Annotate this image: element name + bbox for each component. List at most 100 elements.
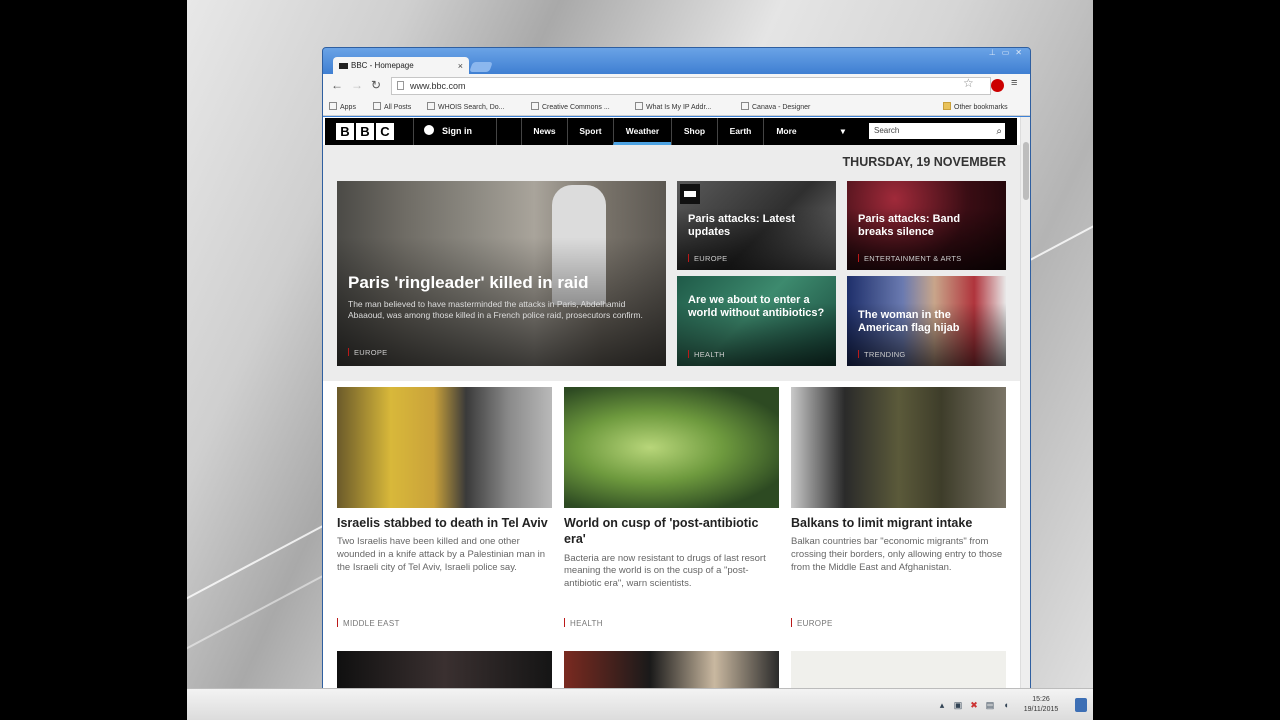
story-image [337, 387, 552, 508]
small-story-card[interactable]: Paris attacks: Latest updates EUROPE [677, 181, 836, 270]
bbc-logo[interactable]: B B C [336, 123, 394, 140]
small-story-tag: TRENDING [858, 350, 906, 359]
nav-news[interactable]: News [521, 118, 567, 145]
logo-letter: B [336, 123, 354, 140]
small-story-tag: EUROPE [688, 254, 727, 263]
taskbar: ▴ ▣ ✖ ▤ ◖ 15:26 19/11/2015 [187, 688, 1093, 720]
bookmarks-bar: Apps All Posts WHOIS Search, Do... Creat… [323, 98, 1030, 116]
story-card[interactable]: World on cusp of 'post-antibiotic era' B… [564, 387, 779, 628]
other-bookmarks-label: Other bookmarks [954, 104, 1008, 111]
bookmark-label: All Posts [384, 104, 412, 111]
lead-story-title: Paris 'ringleader' killed in raid [348, 273, 589, 292]
story-image [791, 387, 1006, 508]
system-tray: ▴ ▣ ✖ ▤ ◖ 15:26 19/11/2015 [931, 691, 1093, 719]
maximize-button[interactable]: ▭ [1002, 48, 1010, 57]
lead-story-card[interactable]: Paris 'ringleader' killed in raid The ma… [337, 181, 666, 366]
nav-earth[interactable]: Earth [717, 118, 763, 145]
tray-expand-icon[interactable]: ▴ [937, 700, 947, 710]
back-arrow-icon[interactable]: ← [331, 78, 343, 92]
network-icon[interactable]: ▤ [985, 700, 995, 710]
forward-arrow-icon[interactable]: → [351, 78, 363, 92]
logo-letter: B [356, 123, 374, 140]
minimize-button[interactable]: ⊥ [989, 48, 996, 57]
bookmark-label: What Is My IP Addr... [646, 104, 712, 111]
scrollbar-thumb[interactable] [1023, 142, 1029, 200]
small-story-card[interactable]: Are we about to enter a world without an… [677, 276, 836, 366]
story-tag[interactable]: EUROPE [791, 618, 833, 628]
more-caret-icon[interactable]: ▾ [809, 118, 855, 145]
story-summary: Two Israelis have been killed and one ot… [337, 536, 546, 573]
bookmark-item[interactable]: What Is My IP Addr... [635, 102, 711, 111]
lead-story-tag: EUROPE [348, 348, 387, 357]
bookmark-item[interactable]: Apps [329, 102, 356, 111]
story-image[interactable] [791, 651, 1006, 688]
small-story-tag: HEALTH [688, 350, 725, 359]
browser-window: BBC - Homepage × ⊥ ▭ ✕ ← → ↻ www.bbc.com [322, 47, 1031, 689]
taskbar-clock[interactable]: 15:26 19/11/2015 [1023, 695, 1059, 715]
bbc-favicon-icon [339, 63, 348, 69]
browser-tab[interactable]: BBC - Homepage × [333, 57, 469, 75]
search-input[interactable]: Search ⌕ [869, 123, 1005, 139]
search-placeholder: Search [874, 126, 900, 135]
story-title[interactable]: Balkans to limit migrant intake [791, 515, 1006, 531]
sign-in-link[interactable]: Sign in [413, 118, 497, 145]
story-tag[interactable]: MIDDLE EAST [337, 618, 400, 628]
close-window-button[interactable]: ✕ [1015, 48, 1022, 57]
tray-app-icon[interactable]: ▣ [953, 700, 963, 710]
story-image[interactable] [337, 651, 552, 688]
clock-date: 19/11/2015 [1023, 706, 1059, 713]
reload-icon[interactable]: ↻ [371, 78, 381, 92]
show-desktop-button[interactable] [1075, 698, 1087, 712]
chrome-menu-icon[interactable]: ≡ [1011, 77, 1017, 89]
story-summary: Bacteria are now resistant to drugs of l… [564, 552, 766, 590]
live-badge-icon [680, 184, 700, 204]
bookmark-item[interactable]: All Posts [373, 102, 411, 111]
other-bookmarks[interactable]: Other bookmarks [943, 102, 1008, 111]
bookmark-item[interactable]: Canava - Designer [741, 102, 810, 111]
page-scrollbar[interactable] [1020, 117, 1030, 688]
sign-in-label: Sign in [442, 126, 472, 136]
address-bar[interactable]: www.bbc.com [391, 77, 991, 95]
small-story-card[interactable]: Paris attacks: Band breaks silence ENTER… [847, 181, 1006, 270]
extension-icon[interactable] [991, 79, 1004, 92]
bookmark-label: Canava - Designer [752, 104, 811, 111]
small-story-title: Paris attacks: Band breaks silence [858, 213, 961, 238]
bookmark-item[interactable]: WHOIS Search, Do... [427, 102, 505, 111]
bookmark-item[interactable]: Creative Commons ... [531, 102, 610, 111]
story-card[interactable]: Israelis stabbed to death in Tel Aviv Tw… [337, 387, 552, 628]
story-card[interactable]: Balkans to limit migrant intake Balkan c… [791, 387, 1006, 628]
page-icon [397, 81, 404, 90]
tab-strip: BBC - Homepage × ⊥ ▭ ✕ [323, 48, 1030, 75]
small-story-title: The woman in the American flag hijab [858, 309, 960, 334]
page-icon [373, 102, 381, 110]
cc-icon [531, 102, 539, 110]
user-icon [424, 125, 434, 135]
bookmark-label: Apps [340, 104, 356, 111]
window-controls: ⊥ ▭ ✕ [989, 48, 1022, 57]
new-tab-button[interactable] [469, 62, 493, 72]
small-story-card[interactable]: The woman in the American flag hijab TRE… [847, 276, 1006, 366]
story-image[interactable] [564, 651, 779, 688]
tab-title: BBC - Homepage [351, 61, 414, 70]
story-title[interactable]: World on cusp of 'post-antibiotic era' [564, 515, 779, 548]
apps-icon [329, 102, 337, 110]
bbc-header: B B C Sign in News Sport Weather Shop Ea… [325, 118, 1017, 145]
small-story-title: Are we about to enter a world without an… [688, 294, 825, 319]
page-viewport: B B C Sign in News Sport Weather Shop Ea… [323, 117, 1020, 688]
volume-icon[interactable]: ◖ [1001, 700, 1011, 710]
search-icon[interactable]: ⌕ [996, 124, 1002, 140]
story-tag[interactable]: HEALTH [564, 618, 603, 628]
story-image [564, 387, 779, 508]
page-icon [427, 102, 435, 110]
nav-shop[interactable]: Shop [671, 118, 717, 145]
nav-more[interactable]: More [763, 118, 809, 145]
nav-weather[interactable]: Weather [613, 118, 671, 145]
story-title[interactable]: Israelis stabbed to death in Tel Aviv [337, 515, 552, 531]
nav-sport[interactable]: Sport [567, 118, 613, 145]
lead-story-summary: The man believed to have masterminded th… [348, 299, 643, 321]
wallpaper-streak [187, 567, 337, 655]
close-tab-icon[interactable]: × [458, 57, 463, 75]
bookmark-star-icon[interactable]: ☆ [963, 76, 974, 90]
story-summary: Balkan countries bar "economic migrants"… [791, 536, 1003, 573]
tray-alert-icon[interactable]: ✖ [969, 700, 979, 710]
